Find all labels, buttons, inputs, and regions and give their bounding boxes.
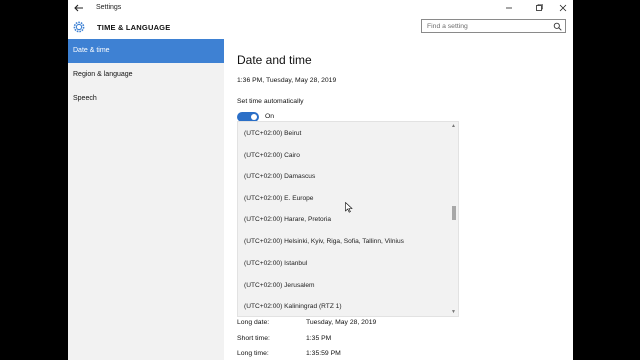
close-icon[interactable] <box>556 2 570 14</box>
title-bar: Settings <box>68 0 573 17</box>
auto-time-state: On <box>265 113 275 120</box>
main-content: Date and time 1:36 PM, Tuesday, May 28, … <box>224 39 573 360</box>
mouse-cursor-icon <box>345 202 353 213</box>
scrollbar-thumb[interactable] <box>452 206 456 220</box>
scroll-down-icon[interactable]: ▼ <box>451 309 456 315</box>
timezone-option[interactable]: (UTC+02:00) Harare, Pretoria <box>244 216 331 223</box>
maximize-icon[interactable] <box>532 2 546 14</box>
timezone-dropdown-list[interactable]: (UTC+02:00) Beirut (UTC+02:00) Cairo (UT… <box>237 121 459 317</box>
sidebar-item-speech[interactable]: Speech <box>68 87 224 111</box>
scroll-up-icon[interactable]: ▲ <box>451 123 456 129</box>
long-date-value: Tuesday, May 28, 2019 <box>306 319 377 326</box>
search-icon[interactable] <box>553 22 562 31</box>
page-title: Date and time <box>237 53 312 67</box>
long-time-value: 1:35:59 PM <box>306 350 341 357</box>
long-time-label: Long time: <box>237 350 269 357</box>
search-input[interactable]: Find a setting <box>421 19 566 33</box>
timezone-option[interactable]: (UTC+02:00) Kaliningrad (RTZ 1) <box>244 303 342 310</box>
sidebar-item-label: Speech <box>73 95 97 102</box>
gear-icon <box>73 21 85 33</box>
short-time-label: Short time: <box>237 335 270 342</box>
timezone-option[interactable]: (UTC+02:00) E. Europe <box>244 195 313 202</box>
timezone-option[interactable]: (UTC+02:00) Damascus <box>244 173 315 180</box>
timezone-option[interactable]: (UTC+02:00) Jerusalem <box>244 282 315 289</box>
timezone-option[interactable]: (UTC+02:00) Istanbul <box>244 260 307 267</box>
timezone-option[interactable]: (UTC+02:00) Helsinki, Kyiv, Riga, Sofia,… <box>244 238 404 245</box>
header: TIME & LANGUAGE Find a setting <box>68 17 573 39</box>
window-title: Settings <box>96 4 122 11</box>
minimize-icon[interactable] <box>502 2 516 14</box>
back-arrow-icon[interactable] <box>72 1 86 15</box>
section-title: TIME & LANGUAGE <box>97 23 171 32</box>
sidebar-item-label: Region & language <box>73 71 133 78</box>
sidebar: Date & time Region & language Speech <box>68 39 224 360</box>
auto-time-label: Set time automatically <box>237 98 304 105</box>
long-date-label: Long date: <box>237 319 270 326</box>
short-time-value: 1:35 PM <box>306 335 332 342</box>
sidebar-item-date-time[interactable]: Date & time <box>68 39 224 63</box>
sidebar-item-label: Date & time <box>73 47 110 54</box>
timezone-option[interactable]: (UTC+02:00) Cairo <box>244 152 300 159</box>
search-placeholder: Find a setting <box>427 23 468 30</box>
current-time: 1:36 PM, Tuesday, May 28, 2019 <box>237 77 337 84</box>
timezone-option[interactable]: (UTC+02:00) Beirut <box>244 130 301 137</box>
settings-window: Settings TIME & LANGUAGE Find a setting … <box>68 0 573 360</box>
sidebar-item-region-language[interactable]: Region & language <box>68 63 224 87</box>
